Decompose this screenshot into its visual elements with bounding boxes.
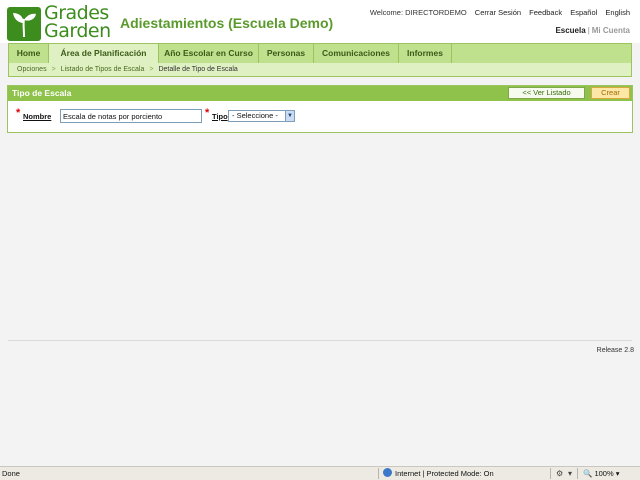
logo-wordmark: Grades Garden [44,4,111,42]
type-select[interactable]: - Seleccione - ▼ [228,110,295,122]
view-list-button[interactable]: << Ver Listado [508,87,585,99]
globe-icon [383,468,392,477]
panel-title: Tipo de Escala [12,88,72,98]
scope-switcher: Escuela | Mi Cuenta [555,26,630,35]
spanish-link[interactable]: Español [570,8,597,17]
required-marker: * [16,107,21,119]
status-text: Done [2,469,20,478]
tab-current-school-year[interactable]: Año Escolar en Curso [159,44,259,63]
name-label: Nombre [23,112,52,121]
type-label: Tipo [212,112,228,121]
chevron-down-icon[interactable]: ▼ [285,111,294,121]
security-zone-text: Internet | Protected Mode: On [395,469,494,478]
breadcrumb-scale-type-detail: Detalle de Tipo de Escala [158,66,238,73]
header: Grades Garden Adiestamientos (Escuela De… [0,0,640,43]
zoom-level: 100% [594,469,614,478]
protected-mode-icon[interactable]: ⚙ [556,467,563,480]
english-link[interactable]: English [605,8,630,17]
page-title: Adiestamientos (Escuela Demo) [120,15,334,31]
name-input[interactable] [60,109,202,123]
browser-status-bar: Done Internet | Protected Mode: On ⚙ ▾ 🔍… [0,466,640,480]
zoom-control[interactable]: 🔍 100% ▾ [583,467,619,480]
tab-planning-area[interactable]: Área de Planificación [49,44,159,63]
breadcrumb: Opciones > Listado de Tipos de Escala > Deta… [8,63,632,77]
grades-garden-logo[interactable]: Grades Garden [7,4,111,42]
magnifier-icon: 🔍 [583,469,593,478]
feedback-link[interactable]: Feedback [529,8,562,17]
page: Grades Garden Adiestamientos (Escuela De… [0,0,640,466]
create-button[interactable]: Crear [591,87,630,99]
release-version: Release 2.8 [596,347,634,354]
chevron-down-icon[interactable]: ▾ [568,467,572,480]
scope-school[interactable]: Escuela [555,26,585,35]
tab-reports[interactable]: Informes [399,44,452,63]
breadcrumb-options[interactable]: Opciones [17,66,47,73]
main-nav: Home Área de Planificación Año Escolar e… [8,43,632,63]
breadcrumb-scale-type-list[interactable]: Listado de Tipos de Escala [61,66,145,73]
footer-divider [8,340,632,341]
status-separator [378,468,379,479]
leaf-icon [7,7,41,41]
panel-header: Tipo de Escala << Ver Listado Crear [8,86,632,101]
welcome-text: Welcome: DIRECTORDEMO [369,8,467,17]
security-zone[interactable]: Internet | Protected Mode: On [383,467,494,480]
scope-my-account[interactable]: Mi Cuenta [592,26,630,35]
logout-link[interactable]: Cerrar Sesión [475,8,521,17]
top-links: Welcome: DIRECTORDEMO Cerrar Sesión Feed… [364,8,630,17]
scope-separator: | [587,26,590,35]
required-marker: * [205,107,210,119]
tab-home[interactable]: Home [9,44,49,63]
status-separator [577,468,578,479]
tab-people[interactable]: Personas [259,44,314,63]
tab-communications[interactable]: Comunicaciones [314,44,399,63]
logo-line-2: Garden [44,20,111,42]
breadcrumb-separator: > [149,66,154,73]
scale-type-panel: Tipo de Escala << Ver Listado Crear * No… [7,85,633,133]
breadcrumb-separator: > [51,66,56,73]
type-select-value: - Seleccione - [232,111,278,120]
status-separator [550,468,551,479]
